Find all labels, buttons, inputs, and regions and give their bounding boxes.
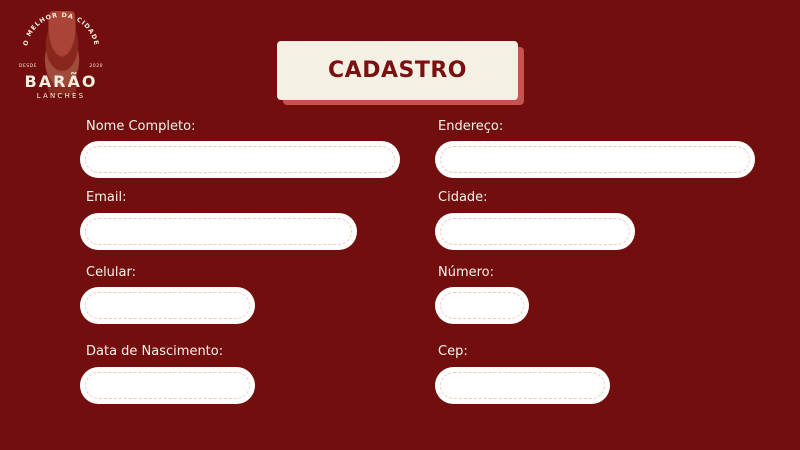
- logo-since-year: 2020: [89, 64, 103, 69]
- email-input[interactable]: [85, 218, 352, 245]
- logo-subtitle: LANCHES: [36, 92, 86, 100]
- logo-name: BARÃO: [24, 72, 98, 91]
- cep-label: Cep:: [438, 344, 468, 359]
- logo-since: DESDE 2020: [19, 64, 103, 69]
- celular-field[interactable]: [80, 287, 255, 324]
- endereco-input[interactable]: [440, 146, 750, 173]
- logo-arc-text: O MELHOR DA CIDADE: [22, 12, 99, 47]
- data-nascimento-input[interactable]: [85, 372, 250, 399]
- data-nascimento-field[interactable]: [80, 367, 255, 404]
- endereco-field[interactable]: [435, 141, 755, 178]
- numero-field[interactable]: [435, 287, 529, 324]
- email-field[interactable]: [80, 213, 357, 250]
- celular-input[interactable]: [85, 292, 250, 319]
- nome-completo-label: Nome Completo:: [86, 119, 196, 134]
- data-nascimento-label: Data de Nascimento:: [86, 344, 224, 359]
- email-label: Email:: [86, 190, 127, 205]
- nome-completo-input[interactable]: [85, 146, 395, 173]
- cep-input[interactable]: [440, 372, 605, 399]
- endereco-label: Endereço:: [438, 119, 504, 134]
- numero-label: Número:: [438, 265, 495, 280]
- svg-text:O MELHOR DA CIDADE: O MELHOR DA CIDADE: [22, 12, 99, 47]
- cidade-label: Cidade:: [438, 190, 488, 205]
- cep-field[interactable]: [435, 367, 610, 404]
- cidade-input[interactable]: [440, 218, 630, 245]
- logo-since-label: DESDE: [19, 64, 37, 69]
- celular-label: Celular:: [86, 265, 137, 280]
- numero-input[interactable]: [440, 292, 524, 319]
- barao-lanches-logo: O MELHOR DA CIDADE DESDE 2020 BARÃO LANC…: [17, 7, 105, 103]
- nome-completo-field[interactable]: [80, 141, 400, 178]
- page-title: CADASTRO: [328, 58, 467, 83]
- title-banner: CADASTRO: [277, 41, 518, 100]
- cidade-field[interactable]: [435, 213, 635, 250]
